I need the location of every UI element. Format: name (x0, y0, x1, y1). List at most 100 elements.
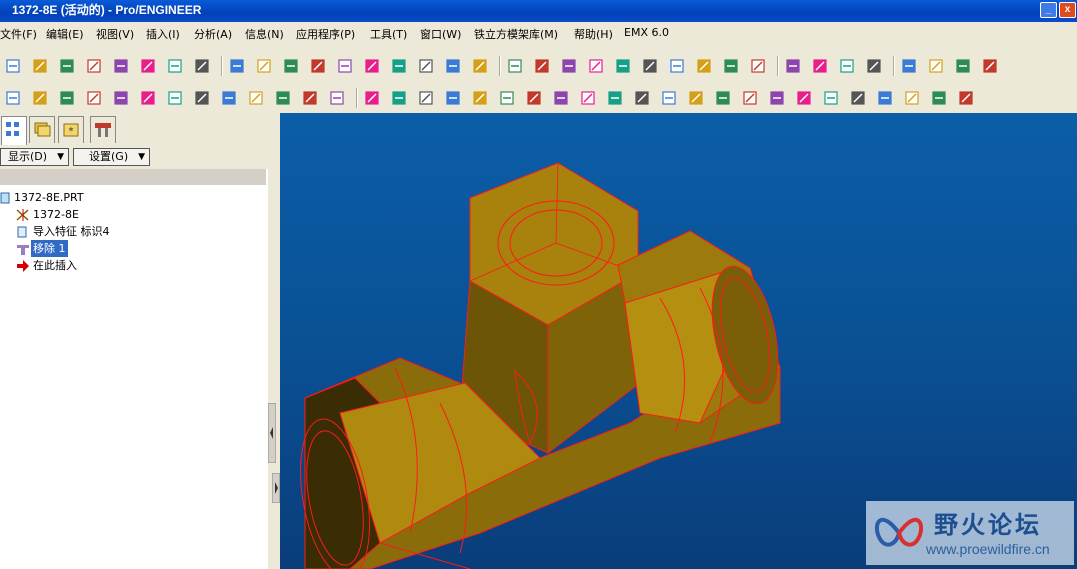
repaint-icon[interactable] (506, 57, 524, 75)
paste-special-icon[interactable] (363, 57, 381, 75)
redo-icon[interactable] (255, 57, 273, 75)
model-tree-panel: * 显示(D) ▼ 设置(G) ▼ 1372-8E.PRT 1372-8E 导入… (0, 113, 269, 569)
graphics-viewport[interactable]: 野火论坛 www.proewildfire.cn (280, 113, 1077, 569)
orient-mode-icon[interactable] (560, 57, 578, 75)
favorites-tab[interactable]: * (58, 116, 84, 143)
settings-dropdown[interactable]: 设置(G) ▼ (73, 148, 150, 166)
paste-icon[interactable] (336, 57, 354, 75)
style-tool-icon[interactable] (58, 89, 76, 107)
boundary-blend-icon[interactable] (139, 89, 157, 107)
project-icon[interactable] (876, 89, 894, 107)
menu-analysis[interactable]: 分析(A) (194, 26, 232, 42)
new-file-icon[interactable] (4, 57, 22, 75)
no-hidden-icon[interactable] (838, 57, 856, 75)
sketch-tool-icon[interactable] (4, 89, 22, 107)
refit-icon[interactable] (641, 57, 659, 75)
pattern-icon[interactable] (633, 89, 651, 107)
mirror-icon[interactable] (660, 89, 678, 107)
menu-tools[interactable]: 工具(T) (370, 26, 407, 42)
regenerate-icon[interactable] (390, 57, 408, 75)
print-icon[interactable] (139, 57, 157, 75)
datum-curve-icon[interactable] (112, 89, 130, 107)
layer-tree-tab[interactable] (29, 116, 55, 143)
pencil-icon[interactable] (85, 89, 103, 107)
wave-icon[interactable] (166, 89, 184, 107)
delete-icon[interactable] (301, 89, 319, 107)
saved-views-icon[interactable] (695, 57, 713, 75)
extend-icon[interactable] (741, 89, 759, 107)
splitter-expand-icon (272, 473, 280, 503)
intersect-icon[interactable] (849, 89, 867, 107)
csys-icon[interactable] (981, 57, 999, 75)
zoom-out-icon[interactable] (614, 57, 632, 75)
save-copy-icon[interactable] (85, 57, 103, 75)
hole-icon[interactable] (471, 89, 489, 107)
datum-points-icon[interactable] (954, 57, 972, 75)
close-button[interactable]: x (1059, 2, 1076, 18)
shell-icon[interactable] (606, 89, 624, 107)
solidify-icon[interactable] (822, 89, 840, 107)
datum-planes-icon[interactable] (900, 57, 918, 75)
blend-icon[interactable] (444, 89, 462, 107)
offset-icon[interactable] (768, 89, 786, 107)
spin-center-icon[interactable] (533, 57, 551, 75)
view-manager-icon[interactable] (749, 57, 767, 75)
reorient-icon[interactable] (668, 57, 686, 75)
refresh-icon[interactable] (193, 57, 211, 75)
wrap-icon[interactable] (903, 89, 921, 107)
help-pointer-icon[interactable] (328, 89, 346, 107)
zoom-in-icon[interactable] (587, 57, 605, 75)
watermark-url: www.proewildfire.cn (926, 541, 1050, 557)
surface-tool-icon[interactable] (31, 89, 49, 107)
cut-icon[interactable] (282, 57, 300, 75)
open-folder-icon[interactable] (31, 57, 49, 75)
edit-icon[interactable] (112, 57, 130, 75)
flatten-icon[interactable] (930, 89, 948, 107)
thicken-icon[interactable] (795, 89, 813, 107)
menu-applications[interactable]: 应用程序(P) (296, 26, 355, 42)
datum-axes-icon[interactable] (927, 57, 945, 75)
chamfer-icon[interactable] (525, 89, 543, 107)
round-icon[interactable] (498, 89, 516, 107)
menu-file[interactable]: 文件(F) (0, 26, 37, 42)
shading-icon[interactable] (865, 57, 883, 75)
wireframe-icon[interactable] (784, 57, 802, 75)
panel-splitter[interactable] (268, 113, 280, 569)
trim-icon[interactable] (714, 89, 732, 107)
model-tree-tab[interactable] (1, 116, 27, 145)
menu-insert[interactable]: 插入(I) (146, 26, 180, 42)
settings-tab[interactable] (90, 116, 116, 143)
extrude-icon[interactable] (363, 89, 381, 107)
draft-icon[interactable] (579, 89, 597, 107)
menu-emx[interactable]: EMX 6.0 (624, 26, 669, 39)
patch-icon[interactable] (274, 89, 292, 107)
select-box-icon[interactable] (444, 57, 462, 75)
folder-layers-icon (34, 122, 51, 137)
revolve-icon[interactable] (390, 89, 408, 107)
minimize-button[interactable]: _ (1040, 2, 1057, 18)
hidden-line-icon[interactable] (811, 57, 829, 75)
menu-info[interactable]: 信息(N) (245, 26, 284, 42)
send-mail-icon[interactable] (166, 57, 184, 75)
menu-window[interactable]: 窗口(W) (420, 26, 461, 42)
save-icon[interactable] (58, 57, 76, 75)
show-dropdown-label: 显示(D) (8, 150, 48, 163)
watermark-title: 野火论坛 (934, 511, 1042, 539)
wave2-icon[interactable] (193, 89, 211, 107)
menu-help[interactable]: 帮助(H) (574, 26, 613, 42)
copy-icon[interactable] (309, 57, 327, 75)
rib-icon[interactable] (552, 89, 570, 107)
dropdown-arrow-icon[interactable] (471, 57, 489, 75)
layers-icon[interactable] (722, 57, 740, 75)
menu-mold-library[interactable]: 铁立方模架库(M) (474, 26, 558, 42)
undo-icon[interactable] (228, 57, 246, 75)
merge-icon[interactable] (687, 89, 705, 107)
sweep-icon[interactable] (417, 89, 435, 107)
menu-edit[interactable]: 编辑(E) (46, 26, 84, 42)
revolve-surface-icon[interactable] (247, 89, 265, 107)
show-dropdown[interactable]: 显示(D) ▼ (0, 148, 69, 166)
menu-view[interactable]: 视图(V) (96, 26, 134, 42)
split-icon[interactable] (957, 89, 975, 107)
wave3-icon[interactable] (220, 89, 238, 107)
find-icon[interactable] (417, 57, 435, 75)
